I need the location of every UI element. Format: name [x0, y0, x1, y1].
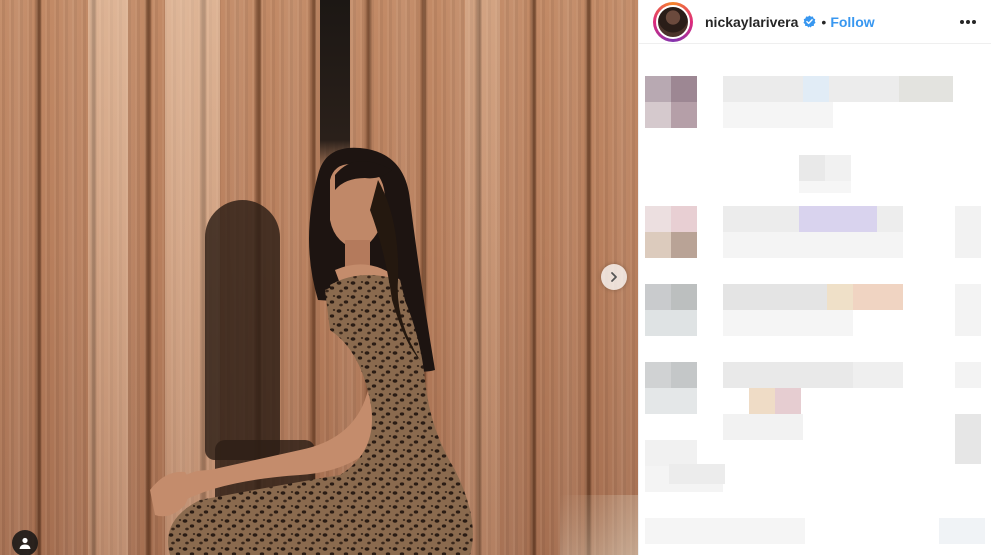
more-options-button[interactable]	[957, 11, 979, 33]
avatar[interactable]	[653, 1, 693, 42]
more-options-icon	[960, 19, 976, 24]
chevron-right-icon	[611, 272, 617, 282]
carousel-next-button[interactable]	[601, 264, 627, 290]
pixelated-comments	[639, 60, 991, 555]
user-tag-button[interactable]	[12, 530, 38, 555]
woman-figure	[150, 147, 473, 555]
post-header: nickaylarivera • Follow	[639, 0, 991, 44]
separator-dot: •	[821, 13, 827, 30]
post-photo	[0, 0, 638, 555]
post-sidebar: nickaylarivera • Follow	[638, 0, 991, 555]
profile-picture	[656, 4, 690, 39]
follow-button[interactable]: Follow	[830, 14, 874, 30]
verified-badge-icon	[803, 15, 816, 28]
user-tag-icon	[19, 537, 31, 549]
username[interactable]: nickaylarivera	[705, 14, 798, 30]
